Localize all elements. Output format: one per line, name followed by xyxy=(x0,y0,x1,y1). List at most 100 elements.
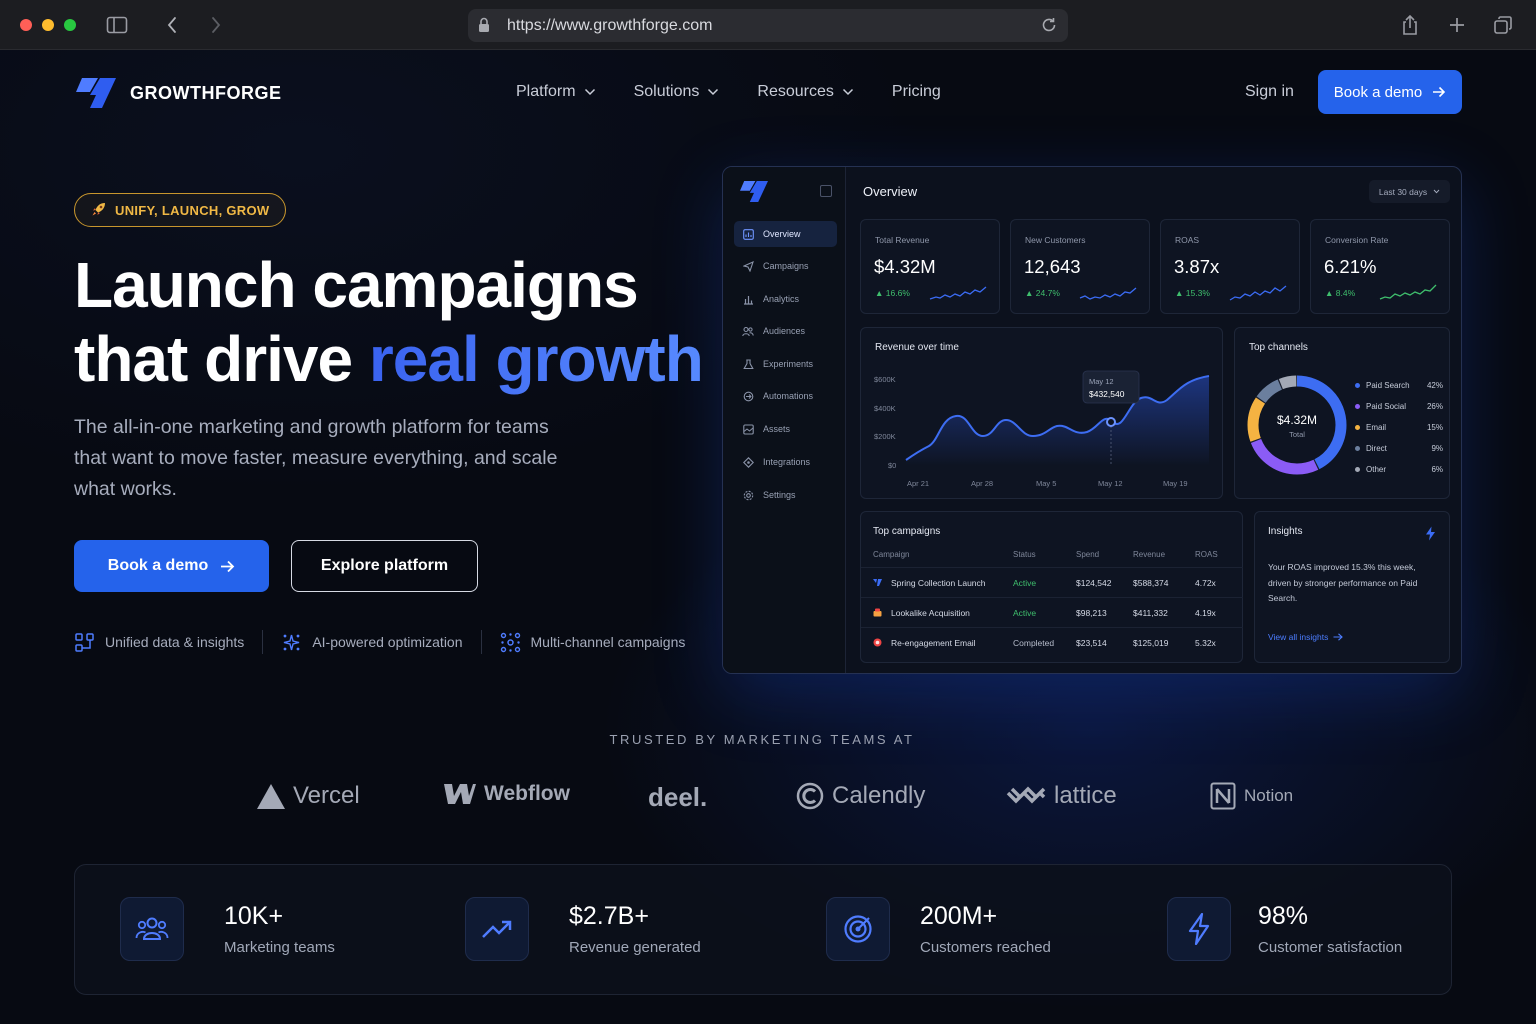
kpi-value: 12,643 xyxy=(1024,256,1081,277)
legend-direct: Direct 9% xyxy=(1355,444,1443,453)
chevron-down-icon xyxy=(1433,189,1440,194)
tooltip-value: $432,540 xyxy=(1089,389,1125,399)
hero-badge: UNIFY, LAUNCH, GROW xyxy=(74,193,287,227)
legend-pct: 15% xyxy=(1426,423,1443,432)
view-insights-link[interactable]: View all insights xyxy=(1268,632,1344,642)
nav-resources-label: Resources xyxy=(757,83,834,100)
kpi-card-conversion-rate[interactable]: Conversion Rate 6.21% ▲ 8.4% xyxy=(1310,219,1450,314)
col-status[interactable]: Status xyxy=(1013,550,1036,559)
brand-logo[interactable]: GROWTHFORGE xyxy=(76,78,282,108)
cell-roas: 5.32x xyxy=(1195,638,1216,648)
dash-nav-experiments[interactable]: Experiments xyxy=(734,351,837,377)
logo-notion: Notion xyxy=(1210,782,1293,810)
dash-nav-label: Campaigns xyxy=(763,261,809,271)
sparkline xyxy=(1079,287,1137,300)
forward-icon[interactable] xyxy=(205,14,227,36)
brand-name: GROWTHFORGE xyxy=(130,82,282,103)
calendly-logo-icon xyxy=(796,782,824,810)
address-bar[interactable]: https://www.growthforge.com xyxy=(468,9,1068,42)
kpi-change: ▲ 24.7% xyxy=(1025,288,1060,298)
col-revenue[interactable]: Revenue xyxy=(1133,550,1165,559)
arrow-right-icon xyxy=(1333,633,1344,641)
table-row[interactable]: Re-engagement Email Completed $23,514 $1… xyxy=(861,627,1243,657)
legend-label: Direct xyxy=(1366,444,1387,453)
tab-overview-icon[interactable] xyxy=(1492,14,1514,36)
kpi-card-new-customers[interactable]: New Customers 12,643 ▲ 24.7% xyxy=(1010,219,1150,314)
insights-title: Insights xyxy=(1268,526,1303,537)
lattice-logo-icon xyxy=(1006,786,1046,804)
kpi-change: ▲ 8.4% xyxy=(1325,288,1356,298)
hero-title-line2: that drive real growth xyxy=(74,322,704,396)
url-text[interactable]: https://www.growthforge.com xyxy=(507,17,712,35)
gear-icon xyxy=(742,489,754,501)
maximize-window-button[interactable] xyxy=(64,19,76,31)
arrow-right-icon xyxy=(221,560,235,572)
lock-icon xyxy=(478,17,490,38)
explore-platform-button[interactable]: Explore platform xyxy=(291,540,478,592)
share-icon[interactable] xyxy=(1399,14,1421,36)
book-demo-button[interactable]: Book a demo xyxy=(74,540,269,592)
dash-nav-audiences[interactable]: Audiences xyxy=(734,318,837,344)
cell-campaign: Lookalike Acquisition xyxy=(891,608,970,618)
top-channels-panel: Top channels $4.32M Total Paid Search 42%… xyxy=(1234,327,1450,499)
book-demo-nav-button[interactable]: Book a demo xyxy=(1318,70,1462,114)
revenue-chart-panel: Revenue over time $600K $400K $200K $0 M… xyxy=(860,327,1223,499)
back-icon[interactable] xyxy=(161,14,183,36)
reload-icon[interactable] xyxy=(1040,16,1058,39)
close-window-button[interactable] xyxy=(20,19,32,31)
col-roas[interactable]: ROAS xyxy=(1195,550,1218,559)
legend-label: Email xyxy=(1366,423,1387,432)
date-range-select[interactable]: Last 30 days xyxy=(1369,180,1450,203)
automation-icon xyxy=(742,390,754,402)
table-row[interactable]: Lookalike Acquisition Active $98,213 $41… xyxy=(861,597,1243,627)
sign-in-link[interactable]: Sign in xyxy=(1245,83,1294,101)
collapse-sidebar-icon[interactable] xyxy=(820,185,832,197)
kpi-card-total-revenue[interactable]: Total Revenue $4.32M ▲ 16.6% xyxy=(860,219,1000,314)
new-tab-icon[interactable] xyxy=(1446,14,1468,36)
cell-spend: $23,514 xyxy=(1076,638,1107,648)
kpi-change-value: 24.7% xyxy=(1035,288,1060,298)
sparkline xyxy=(1229,285,1287,301)
date-range-label: Last 30 days xyxy=(1378,186,1428,197)
cell-status: Active xyxy=(1013,608,1037,618)
dash-nav-overview[interactable]: Overview xyxy=(734,221,837,247)
nav-solutions[interactable]: Solutions xyxy=(634,83,720,101)
team-icon xyxy=(120,897,184,961)
kpi-label: Conversion Rate xyxy=(1325,235,1389,245)
hero-title-plain: that drive xyxy=(74,323,369,395)
dash-nav-label: Audiences xyxy=(763,326,806,336)
col-campaign[interactable]: Campaign xyxy=(873,550,909,559)
dash-nav-label: Experiments xyxy=(763,359,814,369)
x-tick: May 12 xyxy=(1098,479,1123,488)
revenue-chart: $600K $400K $200K $0 May 12 $432,540 Apr… xyxy=(874,370,1210,488)
y-tick: $600K xyxy=(874,375,896,384)
trend-up-icon xyxy=(465,897,529,961)
sidebar-toggle-icon[interactable] xyxy=(106,14,128,36)
dash-nav-automations[interactable]: Automations xyxy=(734,383,837,409)
table-row[interactable]: Spring Collection Launch Active $124,542… xyxy=(861,567,1243,597)
dash-nav-settings[interactable]: Settings xyxy=(734,482,837,508)
send-icon xyxy=(742,260,754,272)
kpi-label: Total Revenue xyxy=(875,235,930,245)
dash-nav-integrations[interactable]: Integrations xyxy=(734,449,837,475)
dash-nav-label: Integrations xyxy=(763,457,811,467)
logo-lattice: lattice xyxy=(1006,782,1117,810)
x-tick: May 5 xyxy=(1036,479,1056,488)
kpi-card-roas[interactable]: ROAS 3.87x ▲ 15.3% xyxy=(1160,219,1300,314)
minimize-window-button[interactable] xyxy=(42,19,54,31)
legend-paid-social: Paid Social 26% xyxy=(1355,402,1443,411)
legend-pct: 26% xyxy=(1426,402,1443,411)
dash-nav-label: Settings xyxy=(763,490,796,500)
kpi-change: ▲ 16.6% xyxy=(875,288,910,298)
nav-pricing[interactable]: Pricing xyxy=(892,83,941,101)
col-spend[interactable]: Spend xyxy=(1076,550,1099,559)
x-tick: May 19 xyxy=(1163,479,1188,488)
dash-nav-assets[interactable]: Assets xyxy=(734,416,837,442)
nav-resources[interactable]: Resources xyxy=(757,83,853,101)
sparkline xyxy=(929,286,987,300)
folder-icon xyxy=(742,423,754,435)
top-campaigns-panel: Top campaigns Campaign Status Spend Reve… xyxy=(860,511,1243,663)
nav-platform[interactable]: Platform xyxy=(516,83,596,101)
dash-nav-campaigns[interactable]: Campaigns xyxy=(734,253,837,279)
dash-nav-analytics[interactable]: Analytics xyxy=(734,286,837,312)
